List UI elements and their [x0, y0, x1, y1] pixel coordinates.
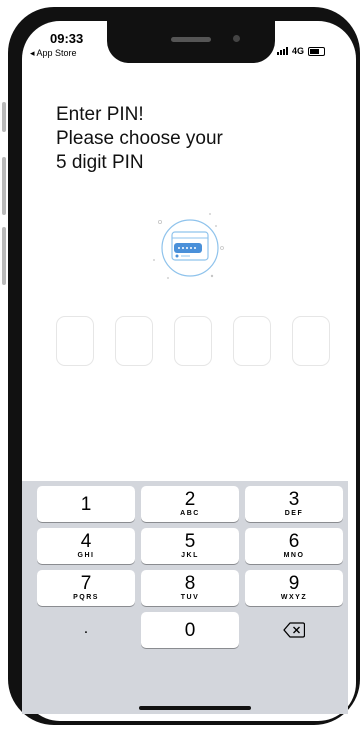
- camera: [233, 35, 240, 42]
- key-letters: MNO: [283, 552, 305, 559]
- network-label: 4G: [292, 46, 305, 56]
- title-line-2: Please choose your: [56, 128, 223, 149]
- home-indicator[interactable]: [139, 706, 251, 710]
- key-5[interactable]: 5 JKL: [141, 528, 239, 564]
- key-8[interactable]: 8 TUV: [141, 570, 239, 606]
- delete-key[interactable]: [245, 612, 343, 648]
- pin-box[interactable]: [174, 316, 212, 366]
- key-3[interactable]: 3 DEF: [245, 486, 343, 522]
- key-dot-label: .: [83, 620, 89, 637]
- key-letters: DEF: [284, 510, 304, 517]
- key-2[interactable]: 2 ABC: [141, 486, 239, 522]
- key-number: 5: [184, 531, 196, 552]
- numeric-keypad: 1 2 ABC 3 DEF 4 GHI 5 JKL 6 MNO 7 PQRS 8…: [22, 481, 348, 714]
- status-indicators: 4G: [277, 46, 326, 56]
- back-to-app-store-link[interactable]: ◂ App Store: [30, 48, 77, 59]
- mute-switch: [2, 102, 6, 132]
- notch: [107, 21, 275, 63]
- title-line-3: 5 digit PIN: [56, 152, 144, 173]
- key-dot[interactable]: .: [37, 612, 135, 648]
- pin-box[interactable]: [233, 316, 271, 366]
- key-letters: WXYZ: [280, 594, 308, 601]
- key-number: 9: [288, 573, 300, 594]
- key-number: 0: [184, 620, 196, 641]
- status-time: 09:33: [50, 31, 84, 46]
- key-7[interactable]: 7 PQRS: [37, 570, 135, 606]
- key-letters: TUV: [180, 594, 200, 601]
- battery-icon: [308, 46, 326, 56]
- backspace-icon: [283, 622, 306, 638]
- key-number: 8: [184, 573, 196, 594]
- pin-entry-boxes: [56, 316, 330, 366]
- key-9[interactable]: 9 WXYZ: [245, 570, 343, 606]
- pin-box[interactable]: [56, 316, 94, 366]
- title-line-1: Enter PIN!: [56, 104, 144, 125]
- key-letters: PQRS: [73, 594, 99, 601]
- key-number: 1: [80, 494, 92, 515]
- key-6[interactable]: 6 MNO: [245, 528, 343, 564]
- key-letters: GHI: [77, 552, 95, 559]
- key-letters: JKL: [181, 552, 199, 559]
- key-0[interactable]: 0: [141, 612, 239, 648]
- signal-icon: [277, 47, 288, 55]
- speaker: [171, 37, 211, 42]
- pin-card-icon: [153, 213, 224, 279]
- key-1[interactable]: 1: [37, 486, 135, 522]
- volume-up-button: [2, 157, 6, 215]
- key-letters: ABC: [180, 510, 200, 517]
- pin-box[interactable]: [292, 316, 330, 366]
- key-number: 2: [184, 489, 196, 510]
- key-number: 6: [288, 531, 300, 552]
- key-number: 4: [80, 531, 92, 552]
- key-number: 3: [288, 489, 300, 510]
- page-title: Enter PIN! Please choose your 5 digit PI…: [56, 103, 316, 175]
- key-number: 7: [80, 573, 92, 594]
- volume-down-button: [2, 227, 6, 285]
- pin-box[interactable]: [115, 316, 153, 366]
- key-4[interactable]: 4 GHI: [37, 528, 135, 564]
